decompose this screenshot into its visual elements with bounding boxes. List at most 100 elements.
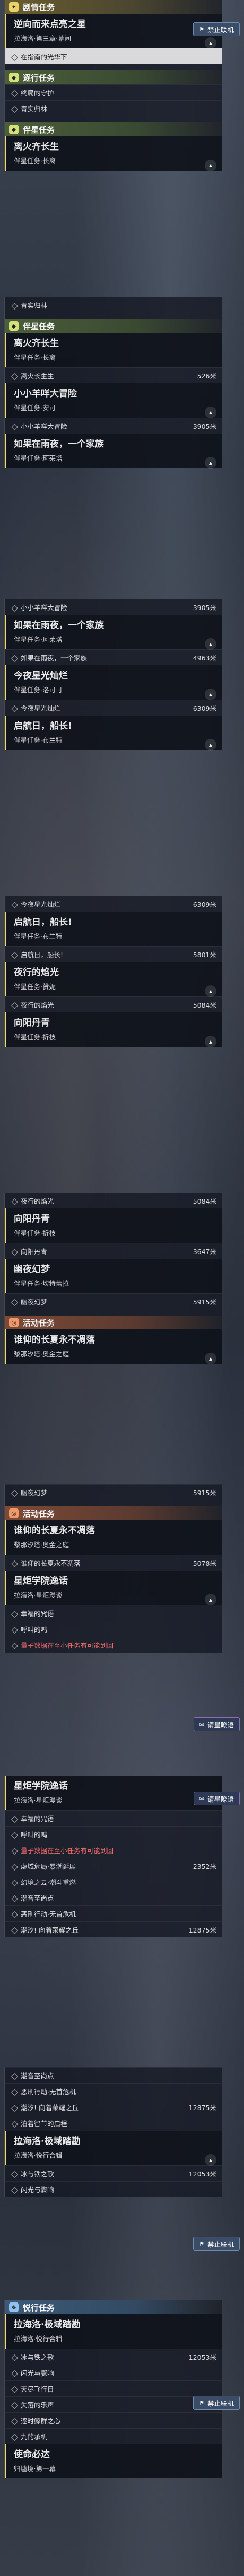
chevron-up-icon[interactable]: ▴ bbox=[205, 739, 216, 751]
event-quest-header[interactable]: ◎ 活动任务 bbox=[5, 1506, 222, 1520]
side-quest-header[interactable]: ❖ 悦行任务 bbox=[5, 2300, 222, 2314]
step-item[interactable]: 冰与铁之歌 12053米 bbox=[5, 2349, 222, 2365]
step-label: 九的承机 bbox=[21, 2433, 48, 2441]
quest-card[interactable]: 离火齐长生 伴星任务·长离 bbox=[5, 333, 222, 367]
step-item[interactable]: 泊着智节的启程 bbox=[5, 2115, 222, 2131]
step-item[interactable]: 向阳丹青 3647米 bbox=[5, 1243, 222, 1259]
quest-card[interactable]: 启航日，船长! 伴星任务·布兰特 bbox=[5, 912, 222, 946]
step-item[interactable]: 幸福的咒语 bbox=[5, 1810, 222, 1826]
step-item[interactable]: 夜行的焰光 5084米 bbox=[5, 996, 222, 1012]
quest-panel: 青实归林 ◆ 伴星任务 离火齐长生 伴星任务·长离 离火长生生 526米 小小羊咩… bbox=[4, 297, 222, 469]
step-item[interactable]: 逐时鲸群之心 bbox=[5, 2412, 222, 2428]
quest-card[interactable]: 拉海洛·极域踏勘 拉海洛·悦行合辑 bbox=[5, 2314, 222, 2349]
step-item[interactable]: 闪光与骤响 bbox=[5, 2365, 222, 2380]
chevron-up-icon[interactable]: ▴ bbox=[205, 1036, 216, 1047]
step-item[interactable]: 如果在雨夜，一个家族 4963米 bbox=[5, 649, 222, 665]
quest-title: 拉海洛·极域踏勘 bbox=[14, 2319, 81, 2330]
step-item[interactable]: 在指南的光华下 bbox=[5, 48, 222, 64]
quest-card[interactable]: 如果在雨夜，一个家族 伴星任务·珂莱塔 ▴ bbox=[5, 434, 222, 469]
companion-quest-header[interactable]: ◆ 逐行任务 bbox=[5, 70, 222, 84]
event-quest-header[interactable]: ◎ 活动任务 bbox=[5, 1316, 222, 1329]
lock-icon: ⚑ bbox=[199, 2240, 204, 2247]
quest-card[interactable]: 启航日，船长! 伴星任务·布兰特 ▴ bbox=[5, 716, 222, 751]
chevron-up-icon[interactable]: ▴ bbox=[205, 2154, 216, 2166]
step-item[interactable]: 潮汐! 向着荣耀之丘 12875米 bbox=[5, 2099, 222, 2115]
quest-card[interactable]: 向阳丹青 伴星任务·折枝 ▴ bbox=[5, 1012, 222, 1047]
step-item[interactable]: 天尽飞行日 bbox=[5, 2380, 222, 2396]
quest-subtitle: 拉海洛·悦行合辑 bbox=[14, 2335, 63, 2343]
step-item[interactable]: 幽夜幻梦 5915米 bbox=[5, 1293, 222, 1309]
quest-card[interactable]: 谁仰的长夏永不凋落 黎那汐塔·奥金之庭 ▴ bbox=[5, 1329, 222, 1364]
chevron-up-icon[interactable]: ▴ bbox=[205, 1594, 216, 1605]
quest-card[interactable]: 逆向而来点亮之星 拉海洛·第三章·幕间 ▴ bbox=[5, 14, 222, 49]
chevron-up-icon[interactable]: ▴ bbox=[205, 37, 216, 49]
step-item[interactable]: 九的承机 bbox=[5, 2428, 222, 2444]
distance: 12875米 bbox=[188, 1926, 216, 1934]
header-label: 活动任务 bbox=[23, 1508, 55, 1519]
step-item[interactable]: 今夜星光灿烂 6309米 bbox=[5, 700, 222, 716]
quest-title: 启航日，船长! bbox=[14, 721, 72, 731]
no-multiplayer-banner: ⚑ 禁止联机 bbox=[193, 22, 240, 36]
quest-card[interactable]: 幽夜幻梦 伴星任务·坎特蕾拉 bbox=[5, 1259, 222, 1293]
step-item[interactable]: 失落的乐声 bbox=[5, 2396, 222, 2412]
quest-card[interactable]: 使命必达 归墟境·第一幕 bbox=[5, 2444, 222, 2478]
quest-card[interactable]: 谁仰的长夏永不凋落 黎那汐塔·奥金之庭 bbox=[5, 1520, 222, 1555]
quest-card[interactable]: 今夜星光灿烂 伴星任务·洛可可 ▴ bbox=[5, 665, 222, 700]
chevron-up-icon[interactable]: ▴ bbox=[205, 160, 216, 171]
quest-card[interactable]: 小小羊咩大冒险 伴星任务·安可 ▴ bbox=[5, 383, 222, 418]
request-banner[interactable]: ✉ 请星瞭语 bbox=[193, 1717, 240, 1731]
step-item[interactable]: 恶刑行动·无首危机 bbox=[5, 2083, 222, 2099]
quest-card[interactable]: 星炬学院逸话 拉海洛·星炬漫谈 ▴ bbox=[5, 1571, 222, 1605]
companion-quest-header[interactable]: ◆ 伴星任务 bbox=[5, 319, 222, 333]
segment-5: 夜行的焰光 5084米 向阳丹青 伴星任务·折枝 向阳丹青 3647米 幽夜幻梦 伴… bbox=[0, 1193, 244, 1511]
step-item[interactable]: 小小羊咩大冒险 3905米 bbox=[5, 418, 222, 434]
step-label: 青实归林 bbox=[21, 105, 48, 113]
step-item[interactable]: 恶刑行动·无首危机 bbox=[5, 1905, 222, 1921]
step-item[interactable]: 幸福的咒语 bbox=[5, 1605, 222, 1621]
step-label: 青实归林 bbox=[21, 302, 48, 310]
step-item[interactable]: 终局的守护 bbox=[5, 84, 222, 100]
step-item[interactable]: 夜行的焰光 5084米 bbox=[5, 1193, 222, 1208]
quest-subtitle: 伴星任务·安可 bbox=[14, 404, 56, 412]
step-item[interactable]: 虚域危局·暴潮延展 2352米 bbox=[5, 1858, 222, 1874]
quest-subtitle: 伴星任务·洛可可 bbox=[14, 686, 63, 694]
step-item[interactable]: 潮音至尚点 bbox=[5, 1890, 222, 1905]
quest-card[interactable]: 如果在雨夜，一个家族 伴星任务·珂莱塔 ▴ bbox=[5, 615, 222, 650]
step-item[interactable]: 幽夜幻梦 5915米 bbox=[5, 1484, 222, 1500]
chevron-up-icon[interactable]: ▴ bbox=[205, 689, 216, 700]
step-item[interactable]: 启航日，船长! 5801米 bbox=[5, 946, 222, 962]
step-item[interactable]: 小小羊咩大冒险 3905米 bbox=[5, 599, 222, 615]
step-item[interactable]: 幻境之云·潮斗重燃 bbox=[5, 1874, 222, 1890]
step-item[interactable]: 冰与铁之歌 12053米 bbox=[5, 2165, 222, 2181]
chevron-up-icon[interactable]: ▴ bbox=[205, 407, 216, 418]
quest-card[interactable]: 离火齐长生 伴星任务·长离 ▴ bbox=[5, 136, 222, 171]
step-item[interactable]: 闪光与骤响 bbox=[5, 2181, 222, 2197]
companion-quest-header[interactable]: ◆ 伴星任务 bbox=[5, 122, 222, 136]
quest-card[interactable]: 拉海洛·极域踏勘 拉海洛·悦行合辑 ▴ bbox=[5, 2131, 222, 2166]
step-item[interactable]: 今夜星光灿烂 6309米 bbox=[5, 896, 222, 912]
step-item[interactable]: 呼叫的鸣 bbox=[5, 1621, 222, 1637]
step-item[interactable]: 青实归林 bbox=[5, 100, 222, 116]
step-item[interactable]: 潮音至尚点 bbox=[5, 2067, 222, 2083]
step-item[interactable]: 呼叫的鸣 bbox=[5, 1826, 222, 1842]
step-item[interactable]: 离火长生生 526米 bbox=[5, 367, 222, 383]
step-item[interactable]: 谁仰的长夏永不凋落 5078米 bbox=[5, 1555, 222, 1571]
step-item[interactable]: 青实归林 bbox=[5, 297, 222, 313]
chevron-up-icon[interactable]: ▴ bbox=[205, 638, 216, 650]
header-label: 活动任务 bbox=[23, 1318, 55, 1328]
story-quest-header[interactable]: ✦ 剧情任务 bbox=[5, 0, 222, 14]
step-label: 逐时鲸群之心 bbox=[21, 2417, 61, 2425]
quest-card[interactable]: 夜行的焰光 伴星任务·赞妮 ▴ bbox=[5, 962, 222, 997]
quest-card[interactable]: 星炬学院逸话 拉海洛·星炬漫谈 bbox=[5, 1776, 222, 1810]
request-banner[interactable]: ✉ 请星瞭语 bbox=[193, 1792, 240, 1805]
quest-panel: 今夜星光灿烂 6309米 启航日，船长! 伴星任务·布兰特 启航日，船长! 5801… bbox=[4, 896, 222, 1047]
header-label: 悦行任务 bbox=[23, 2302, 55, 2313]
banner-label: 请星瞭语 bbox=[207, 1721, 234, 1729]
step-item[interactable]: 潮汐! 向着荣耀之丘 12875米 bbox=[5, 1921, 222, 1937]
quest-title: 启航日，船长! bbox=[14, 917, 72, 928]
chevron-up-icon[interactable]: ▴ bbox=[205, 985, 216, 997]
chevron-up-icon[interactable]: ▴ bbox=[205, 457, 216, 469]
quest-card[interactable]: 向阳丹青 伴星任务·折枝 bbox=[5, 1208, 222, 1243]
quest-list-page: ✦ 剧情任务 逆向而来点亮之星 拉海洛·第三章·幕间 ▴ 在指南的光华下 ◆ 逐… bbox=[0, 0, 244, 2576]
chevron-up-icon[interactable]: ▴ bbox=[205, 1353, 216, 1364]
